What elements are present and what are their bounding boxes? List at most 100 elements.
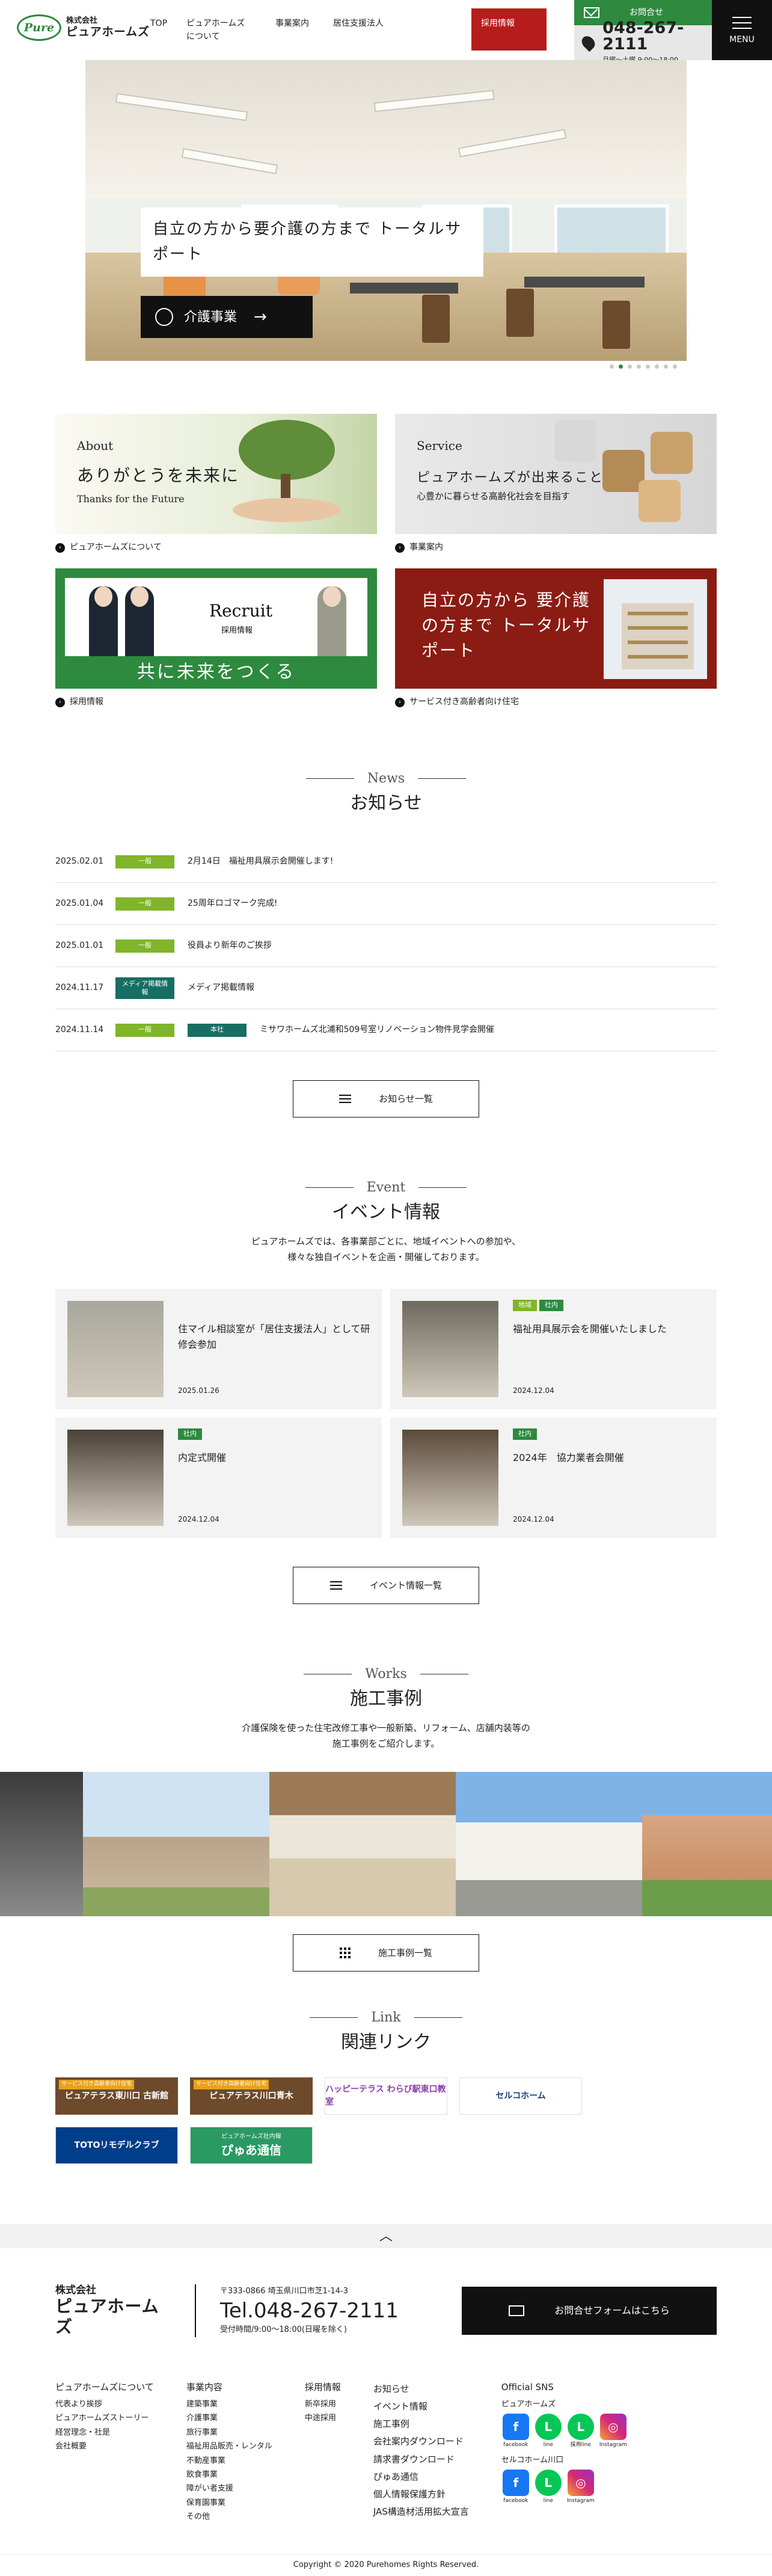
sns-link-facebook[interactable]: f facebook (501, 2414, 530, 2450)
nav-housing-support[interactable]: 居住支援法人 (333, 17, 384, 44)
site-footer: 株式会社 ピュアホームズ 〒333-0866 埼玉県川口市芝1-14-3 Tel… (55, 2284, 717, 2524)
tile-label: Service (417, 438, 462, 453)
footer-link[interactable]: 保育園事業 (186, 2496, 272, 2510)
footer-link[interactable]: 請求書ダウンロード (373, 2451, 469, 2468)
nav-business[interactable]: 事業案内 (275, 17, 309, 44)
care-business-button[interactable]: 介護事業 → (141, 296, 313, 339)
works-more-button[interactable]: 施工事例一覧 (293, 1934, 479, 1972)
slider-dot[interactable] (610, 364, 614, 369)
nav-top[interactable]: TOP (150, 17, 167, 44)
site-logo[interactable]: Pure 株式会社 ピュアホームズ (17, 14, 150, 41)
link-banner-pure-terrace-aoki[interactable]: サービス付き高齢者向け住宅 ピュアテラス川口青木 (190, 2077, 313, 2115)
slider-dot[interactable] (628, 364, 632, 369)
footer-link[interactable]: 障がい者支援 (186, 2482, 272, 2495)
footer-link[interactable]: お知らせ (373, 2381, 469, 2398)
tile-caption: 採用情報 (70, 697, 103, 707)
tile-service[interactable]: Service ピュアホームズが出来ること 心豊かに暮らせる高齢化社会を目指す … (395, 414, 717, 554)
instagram-icon: ◎ (599, 2414, 626, 2441)
section-title: お知らせ (350, 793, 422, 814)
news-item[interactable]: 2024.11.14 一般 本社 ミサワホームズ北浦和509号室リノベーション物件見学… (55, 1009, 717, 1051)
footer-link[interactable]: 不動産事業 (186, 2454, 272, 2468)
footer-link[interactable]: 会社案内ダウンロード (373, 2433, 469, 2450)
recruit-photo: Recruit 採用情報 (65, 578, 367, 656)
sns-label: line (543, 2498, 553, 2504)
go-to-top-button[interactable]: ︿ (0, 2224, 772, 2248)
event-card[interactable]: 社内 内定式開催 2024.12.04 (55, 1418, 382, 1538)
event-card[interactable]: 地域 社内 福祉用具展示会を開催いたしました 2024.12.04 (390, 1289, 717, 1409)
menu-button[interactable]: MENU (712, 0, 772, 60)
link-banner-happy-terrace[interactable]: ハッピーテラス わらび駅東口教室 (325, 2077, 447, 2115)
footer-column-heading[interactable]: 事業内容 (186, 2381, 272, 2394)
link-banner-pure-tsushin[interactable]: ピュアホームズ社内報 ぴゅあ通信 (190, 2127, 313, 2164)
footer-link[interactable]: イベント情報 (373, 2398, 469, 2415)
footer-link[interactable]: 福祉用品販売・レンタル (186, 2439, 272, 2453)
footer-link[interactable]: ぴゅあ通信 (373, 2468, 469, 2486)
link-banner-pure-terrace-higashikawaguchi[interactable]: サービス付き高齢者向け住宅 ピュアテラス東川口 古新館 (55, 2077, 178, 2115)
sns-link-instagram[interactable]: ◎ Instagram (599, 2414, 628, 2450)
slider-dot[interactable] (655, 364, 659, 369)
footer-link[interactable]: 中途採用 (305, 2411, 341, 2425)
news-item[interactable]: 2024.11.17 メディア掲載情報 メディア掲載情報 (55, 967, 717, 1009)
contact-form-button[interactable]: お問合せフォームはこちら (462, 2286, 717, 2335)
event-card[interactable]: 住マイル相談室が「居住支援法人」として研修会参加 2025.01.26 (55, 1289, 382, 1409)
footer-link[interactable]: 建築事業 (186, 2397, 272, 2411)
logo-company-name: ピュアホームズ (66, 25, 150, 38)
works-photo[interactable] (83, 1772, 269, 1916)
tile-subtitle: 採用情報 (221, 626, 253, 635)
footer-link[interactable]: 施工事例 (373, 2415, 469, 2433)
footer-link[interactable]: 経営理念・社是 (55, 2426, 154, 2439)
sns-link-line[interactable]: Lline (534, 2470, 563, 2506)
footer-link[interactable]: 旅行事業 (186, 2426, 272, 2439)
footer-column-heading[interactable]: ピュアホームズについて (55, 2381, 154, 2394)
link-banner-toto-remodel[interactable]: TOTOリモデルクラブ (55, 2127, 178, 2164)
works-gallery[interactable] (0, 1772, 772, 1916)
tile-recruit[interactable]: Recruit 採用情報 共に未来をつくる › 採用情報 (55, 568, 377, 709)
hero-slider[interactable]: 自立の方から要介護の方まで トータルサポート 介護事業 → (85, 60, 687, 361)
footer-tel[interactable]: Tel.048-267-2111 (220, 2298, 462, 2324)
footer-column-heading[interactable]: 採用情報 (305, 2381, 341, 2394)
footer-link[interactable]: その他 (186, 2510, 272, 2524)
slider-dot[interactable] (646, 364, 650, 369)
tile-about[interactable]: About ありがとうを未来に Thanks for the Future › ピ… (55, 414, 377, 554)
news-item[interactable]: 2025.01.04 一般 25周年ロゴマーク完成! (55, 883, 717, 925)
tile-title: ありがとうを未来に (77, 466, 240, 485)
link-heading: Link 関連リンク (55, 2008, 717, 2056)
event-card[interactable]: 社内 2024年 協力業者会開催 2024.12.04 (390, 1418, 717, 1538)
slider-dot[interactable] (664, 364, 668, 369)
tile-label: Recruit (209, 601, 272, 621)
phone-link[interactable]: 048-267-2111 月曜〜土曜 9:00〜18:00 (574, 20, 712, 64)
sns-label: line (543, 2442, 553, 2448)
sns-link-採用line[interactable]: L 採用line (566, 2414, 595, 2450)
event-tag: 社内 (178, 1428, 202, 1440)
sns-link-facebook[interactable]: f facebook (501, 2470, 530, 2506)
news-item[interactable]: 2025.02.01 一般 2月14日 福祉用具展示会開催します! (55, 841, 717, 883)
slider-dot[interactable] (619, 364, 623, 369)
footer-link[interactable]: 介護事業 (186, 2411, 272, 2425)
footer-link[interactable]: ピュアホームズストーリー (55, 2411, 154, 2425)
slider-dot[interactable] (673, 364, 677, 369)
works-photo[interactable] (0, 1772, 83, 1916)
footer-link[interactable]: 飲食事業 (186, 2468, 272, 2482)
news-item[interactable]: 2025.01.01 一般 役員より新年のご挨拶 (55, 925, 717, 967)
sns-link-instagram[interactable]: ◎ Instagram (566, 2470, 595, 2506)
footer-link[interactable]: 代表より挨拶 (55, 2397, 154, 2411)
works-photo[interactable] (642, 1772, 772, 1916)
sns-link-line[interactable]: Lline (534, 2414, 563, 2450)
footer-link[interactable]: 個人情報保護方針 (373, 2486, 469, 2503)
event-more-button[interactable]: イベント情報一覧 (293, 1567, 479, 1604)
news-more-button[interactable]: お知らせ一覧 (293, 1080, 479, 1117)
link-banner-selco-home[interactable]: セルコホーム (459, 2077, 582, 2115)
tile-senior-housing[interactable]: 自立の方から 要介護の方まで トータルサポート › サービス付き高齢者向け住宅 (395, 568, 717, 709)
facebook-icon: f (502, 2470, 529, 2497)
footer-link[interactable]: JAS構造材活用拡大宣言 (373, 2503, 469, 2521)
footer-link[interactable]: 会社概要 (55, 2439, 154, 2453)
footer-logo[interactable]: 株式会社 ピュアホームズ (55, 2284, 196, 2337)
slider-dot[interactable] (637, 364, 641, 369)
banner-tag: ピュアホームズ社内報 (221, 2133, 281, 2140)
works-photo[interactable] (269, 1772, 456, 1916)
recruit-button[interactable]: 採用情報 (471, 8, 547, 51)
works-photo[interactable] (456, 1772, 642, 1916)
footer-link[interactable]: 新卒採用 (305, 2397, 341, 2411)
banner-tag: サービス付き高齢者向け住宅 (59, 2080, 135, 2089)
nav-about[interactable]: ピュアホームズについて (186, 17, 251, 44)
